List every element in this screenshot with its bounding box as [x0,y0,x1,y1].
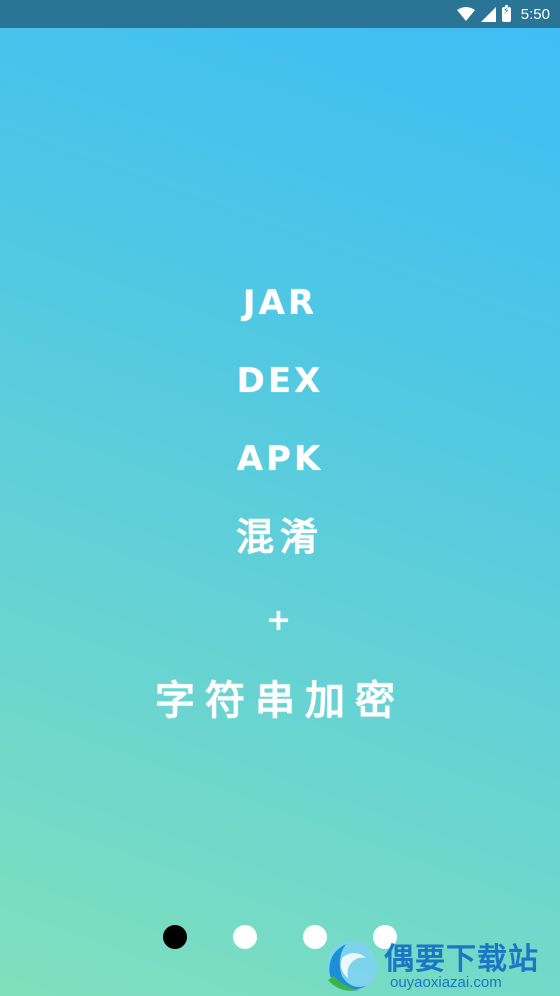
page-dot-2[interactable] [233,925,257,949]
status-time: 5:50 [520,5,550,23]
status-bar: ⚡ 5:50 [0,0,560,28]
watermark-name: 偶要下载站 [384,942,539,977]
watermark: 偶要下载站 ouyaoxiazai.com [320,930,560,996]
status-icons: ⚡ 5:50 [456,0,550,28]
text-line-obfuscation: 混淆 [235,515,324,559]
battery-charging-icon: ⚡ [501,4,511,22]
watermark-url: ouyaoxiazai.com [390,974,502,991]
text-line-string-encryption: 字符串加密 [155,678,405,724]
wifi-icon [456,7,475,21]
text-line-jar: JAR [242,283,318,323]
text-line-plus: + [265,603,295,638]
text-line-apk: APK [236,439,324,479]
text-line-dex: DEX [236,361,324,401]
intro-screen[interactable]: ⚡ 5:50 JAR DEX APK 混淆 + 字符串加密 偶要下载站 ouya… [0,0,560,996]
slide-content: JAR DEX APK 混淆 + 字符串加密 [0,275,560,739]
watermark-logo-icon [327,941,377,991]
page-dot-1[interactable] [163,925,187,949]
cell-signal-icon [480,6,496,22]
